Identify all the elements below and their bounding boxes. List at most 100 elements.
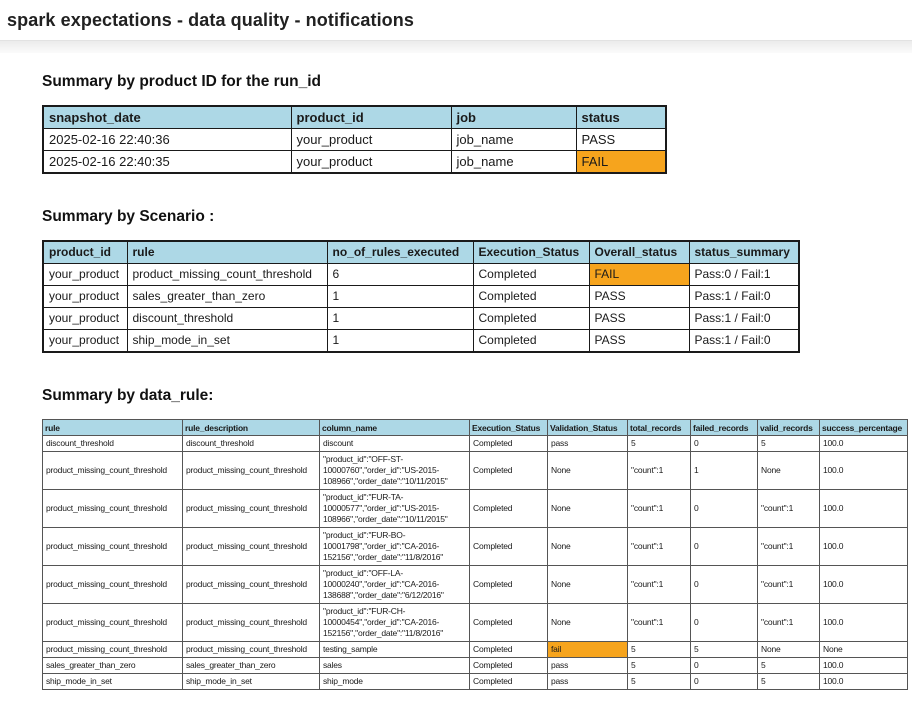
column-header: success_percentage bbox=[819, 419, 908, 436]
column-header: Validation_Status bbox=[547, 419, 628, 436]
table-row: your_product product_missing_count_thresh… bbox=[42, 263, 800, 286]
table-cell: PASS bbox=[588, 307, 690, 330]
table-cell: PASS bbox=[588, 285, 690, 308]
table-cell: Pass:1 / Fail:0 bbox=[688, 285, 800, 308]
table-cell: 100.0 bbox=[819, 527, 908, 566]
table-cell: product_missing_count_threshold bbox=[42, 603, 183, 642]
table-cell: 5 bbox=[757, 673, 820, 690]
column-header: Overall_status bbox=[588, 240, 690, 264]
table-cell: 5 bbox=[627, 641, 691, 658]
table-cell: None bbox=[547, 565, 628, 604]
table-cell: 0 bbox=[690, 527, 758, 566]
table-cell: Completed bbox=[472, 307, 590, 330]
table-cell: 5 bbox=[757, 657, 820, 674]
column-header: product_id bbox=[42, 240, 128, 264]
table-cell: Completed bbox=[472, 329, 590, 353]
table-cell: discount_threshold bbox=[182, 435, 320, 452]
table-row: product_missing_count_threshold product_m… bbox=[42, 641, 908, 658]
header-row: snapshot_date product_id job status bbox=[42, 105, 667, 129]
table-cell: 0 bbox=[690, 657, 758, 674]
table-cell: 5 bbox=[627, 435, 691, 452]
table-cell: job_name bbox=[450, 150, 577, 174]
table-cell: "count":1 bbox=[757, 603, 820, 642]
table-cell: ship_mode_in_set bbox=[126, 329, 328, 353]
table-cell: product_missing_count_threshold bbox=[42, 641, 183, 658]
table-cell: 5 bbox=[627, 673, 691, 690]
table-cell: 0 bbox=[690, 673, 758, 690]
table-cell: "product_id":"OFF-LA-10000240","order_id… bbox=[319, 565, 470, 604]
table-cell: None bbox=[547, 489, 628, 528]
column-header: rule_description bbox=[182, 419, 320, 436]
header-row: product_id rule no_of_rules_executed Execut… bbox=[42, 240, 800, 264]
table-row: sales_greater_than_zero sales_greater_tha… bbox=[42, 657, 908, 674]
column-header: job bbox=[450, 105, 577, 129]
table-cell: None bbox=[819, 641, 908, 658]
table-cell: 1 bbox=[326, 329, 474, 353]
table-row: product_missing_count_threshold product_m… bbox=[42, 565, 908, 604]
table-cell: sales bbox=[319, 657, 470, 674]
table-cell: None bbox=[547, 527, 628, 566]
column-header: no_of_rules_executed bbox=[326, 240, 474, 264]
scenario-summary-heading: Summary by Scenario : bbox=[42, 208, 215, 225]
table-cell: "count":1 bbox=[757, 565, 820, 604]
table-row: your_product sales_greater_than_zero 1 Comp… bbox=[42, 285, 800, 308]
run-summary-table: snapshot_date product_id job status 2025-02-… bbox=[42, 105, 667, 174]
table-cell: Pass:1 / Fail:0 bbox=[688, 329, 800, 353]
table-cell: discount bbox=[319, 435, 470, 452]
table-cell: discount_threshold bbox=[42, 435, 183, 452]
table-cell: Completed bbox=[469, 673, 548, 690]
table-cell: 6 bbox=[326, 263, 474, 286]
table-cell: Completed bbox=[469, 451, 548, 490]
table-cell: product_missing_count_threshold bbox=[182, 565, 320, 604]
table-cell: "product_id":"FUR-TA-10000577","order_id… bbox=[319, 489, 470, 528]
table-cell: "count":1 bbox=[627, 489, 691, 528]
table-cell: 100.0 bbox=[819, 673, 908, 690]
table-cell: PASS bbox=[575, 128, 667, 151]
table-cell: None bbox=[757, 641, 820, 658]
column-header: Execution_Status bbox=[472, 240, 590, 264]
table-row: your_product discount_threshold 1 Completed… bbox=[42, 307, 800, 330]
table-cell: Completed bbox=[472, 285, 590, 308]
table-cell: "product_id":"FUR-CH-10000454","order_id… bbox=[319, 603, 470, 642]
table-cell: "product_id":"FUR-BO-10001798","order_id… bbox=[319, 527, 470, 566]
scenario-summary-table: product_id rule no_of_rules_executed Execut… bbox=[42, 240, 800, 353]
table-cell: discount_threshold bbox=[126, 307, 328, 330]
table-cell: "count":1 bbox=[757, 489, 820, 528]
table-cell: your_product bbox=[290, 150, 452, 174]
table-cell: product_missing_count_threshold bbox=[182, 641, 320, 658]
column-header: product_id bbox=[290, 105, 452, 129]
table-row: product_missing_count_threshold product_m… bbox=[42, 489, 908, 528]
table-cell: None bbox=[547, 451, 628, 490]
table-cell: Completed bbox=[469, 641, 548, 658]
table-cell: 100.0 bbox=[819, 565, 908, 604]
table-cell: sales_greater_than_zero bbox=[126, 285, 328, 308]
data-rule-summary-heading: Summary by data_rule: bbox=[42, 387, 214, 404]
fail-status-cell: FAIL bbox=[575, 150, 667, 174]
table-cell: Completed bbox=[469, 435, 548, 452]
table-cell: Completed bbox=[469, 565, 548, 604]
table-cell: "count":1 bbox=[627, 603, 691, 642]
table-row: product_missing_count_threshold product_m… bbox=[42, 527, 908, 566]
table-cell: PASS bbox=[588, 329, 690, 353]
table-cell: 0 bbox=[690, 489, 758, 528]
column-header: status bbox=[575, 105, 667, 129]
table-cell: 5 bbox=[627, 657, 691, 674]
column-header: rule bbox=[42, 419, 183, 436]
column-header: status_summary bbox=[688, 240, 800, 264]
table-cell: pass bbox=[547, 435, 628, 452]
table-cell: your_product bbox=[42, 263, 128, 286]
data-rule-summary-table: rule rule_description column_name Execution… bbox=[42, 419, 908, 690]
table-cell: product_missing_count_threshold bbox=[42, 451, 183, 490]
table-cell: "count":1 bbox=[627, 451, 691, 490]
table-cell: Completed bbox=[469, 657, 548, 674]
table-cell: product_missing_count_threshold bbox=[182, 489, 320, 528]
section-run-summary: Summary by product ID for the run_id sna… bbox=[42, 73, 912, 174]
column-header: valid_records bbox=[757, 419, 820, 436]
table-row: your_product ship_mode_in_set 1 Completed PA… bbox=[42, 329, 800, 353]
table-cell: product_missing_count_threshold bbox=[42, 489, 183, 528]
table-cell: product_missing_count_threshold bbox=[42, 527, 183, 566]
header-divider bbox=[0, 40, 912, 53]
column-header: failed_records bbox=[690, 419, 758, 436]
table-cell: testing_sample bbox=[319, 641, 470, 658]
table-cell: 0 bbox=[690, 603, 758, 642]
